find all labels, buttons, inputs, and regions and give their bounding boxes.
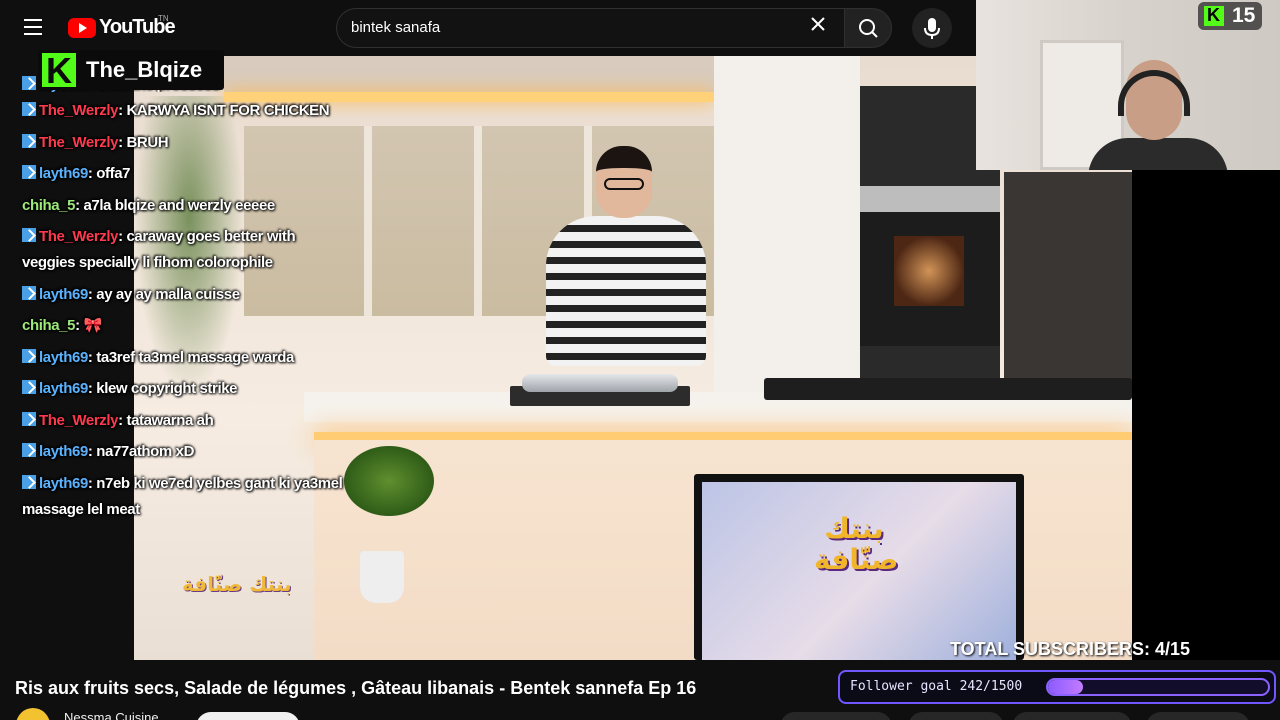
video-title: Ris aux fruits secs, Salade de légumes ,… (15, 678, 697, 698)
chef (546, 216, 706, 366)
chat-username[interactable]: chiha_5 (22, 197, 75, 214)
chat-message: chiha_5: 🎀 (22, 317, 102, 334)
dark-wall-panel (1004, 172, 1132, 412)
chat-username[interactable]: layth69 (39, 475, 88, 492)
search-box (336, 8, 844, 48)
chat-message: The_Werzly: KARWYA ISNT FOR CHICKEN (22, 98, 352, 124)
kick-logo-icon (1204, 5, 1224, 26)
chat-username[interactable]: layth69 (39, 380, 88, 397)
search-icon (859, 19, 878, 38)
hamburger-menu-icon[interactable] (24, 19, 42, 35)
oven-light (894, 236, 964, 306)
chat-message: layth69: n7eb ki we7ed yelbes gant ki ya… (22, 474, 343, 518)
channel-avatar[interactable] (16, 708, 50, 720)
fridge (714, 56, 860, 396)
letterbox-padding (1132, 170, 1280, 660)
viewer-count-badge: 15 (1198, 2, 1262, 30)
subscribe-button[interactable] (196, 712, 300, 720)
window-frame (474, 126, 482, 316)
chat-message: layth69: ta3ref ta3mel massage warda (22, 345, 352, 371)
kick-badge-icon (22, 228, 36, 242)
chat-username[interactable]: The_Werzly (39, 412, 118, 429)
chat-username[interactable]: The_Werzly (39, 102, 118, 119)
chat-message: layth69: offa7 (22, 161, 352, 187)
chat-message: layth69: ay ay ay malla cuisse (22, 282, 352, 308)
window-frame (364, 126, 372, 316)
chat-message: The_Werzly: BRUH (22, 130, 352, 156)
chat-text: a7la blqize and werzly eeeee (83, 196, 275, 214)
like-button[interactable] (780, 712, 892, 720)
search-button[interactable] (844, 8, 892, 48)
chat-username[interactable]: layth69 (39, 165, 88, 182)
streamer-name-badge: The_Blqize (38, 50, 224, 92)
kick-badge-icon (22, 102, 36, 116)
search-input[interactable] (351, 19, 791, 36)
chat-text: klew copyright strike (96, 380, 238, 397)
chat-text: ay ay ay malla cuisse (96, 285, 240, 303)
video-actions (780, 712, 1260, 720)
kick-badge-icon (22, 348, 36, 363)
streamer-name: The_Blqize (86, 57, 203, 82)
channel-name[interactable]: Nessma Cuisine (64, 710, 159, 720)
kick-badge-icon (22, 133, 36, 148)
youtube-topbar: YouTube TN (0, 0, 976, 56)
kick-badge-icon (22, 411, 36, 426)
voice-search-button[interactable] (912, 8, 952, 48)
chat-username[interactable]: The_Werzly (39, 134, 118, 151)
chat-username[interactable]: layth69 (39, 286, 88, 303)
chat-message: layth69: na77athom xD (22, 439, 352, 465)
share-button[interactable] (908, 712, 1004, 720)
clear-search-icon[interactable] (810, 16, 834, 40)
download-button[interactable] (1012, 712, 1132, 720)
kick-badge-icon (22, 285, 36, 300)
viewer-count: 15 (1232, 4, 1256, 27)
country-code: TN (158, 14, 169, 23)
chat-message: layth69: klew copyright strike (22, 376, 352, 402)
chat-username[interactable]: The_Werzly (39, 228, 118, 245)
chat-overlay: layth69: trust the prossessThe_Werzly: K… (22, 76, 352, 528)
chat-text: na77athom xD (96, 443, 195, 460)
foil-wrapped-food (522, 374, 678, 392)
bow-emote: 🎀 (83, 317, 102, 334)
kick-badge-icon (22, 76, 36, 90)
chat-text: BRUH (126, 133, 169, 151)
chef-glasses (604, 178, 644, 190)
follower-goal-widget: Follower goal 242/1500 (838, 670, 1276, 704)
kick-badge-icon (22, 474, 36, 489)
chat-username[interactable]: chiha_5 (22, 317, 75, 334)
streamer-shirt (1088, 138, 1228, 170)
chat-message: The_Werzly: tatawarna ah (22, 408, 352, 434)
potted-plant (344, 446, 434, 516)
youtube-play-icon (68, 17, 96, 38)
chat-text: tatawarna ah (126, 411, 214, 429)
chat-text: offa7 (96, 165, 131, 182)
chat-text: KARWYA ISNT FOR CHICKEN (126, 102, 330, 119)
kick-logo-icon (42, 50, 76, 92)
microphone-icon (924, 18, 940, 39)
gas-stove (764, 378, 1132, 400)
follower-goal-progress-track (1046, 678, 1270, 696)
kick-badge-icon (22, 380, 36, 394)
show-logo: بنتك صنّافة (814, 512, 899, 576)
total-subscribers: TOTAL SUBSCRIBERS: 4/15 (950, 639, 1191, 659)
follower-goal-progress-fill (1048, 680, 1084, 694)
chat-message: chiha_5: a7la blqize and werzly eeeee (22, 196, 275, 214)
chat-text: ta3ref ta3mel massage warda (96, 348, 294, 366)
chat-username[interactable]: layth69 (39, 349, 88, 366)
channel-row: Nessma Cuisine (16, 708, 416, 720)
plant-pot (360, 551, 404, 603)
kick-badge-icon (22, 443, 36, 457)
show-watermark: بنتك صنّافة (182, 572, 292, 596)
chat-username[interactable]: layth69 (39, 443, 88, 460)
chat-message: The_Werzly: caraway goes better with veg… (22, 228, 296, 271)
follower-goal-label: Follower goal 242/1500 (850, 679, 1023, 694)
kick-badge-icon (22, 165, 36, 179)
save-button[interactable] (1146, 712, 1250, 720)
